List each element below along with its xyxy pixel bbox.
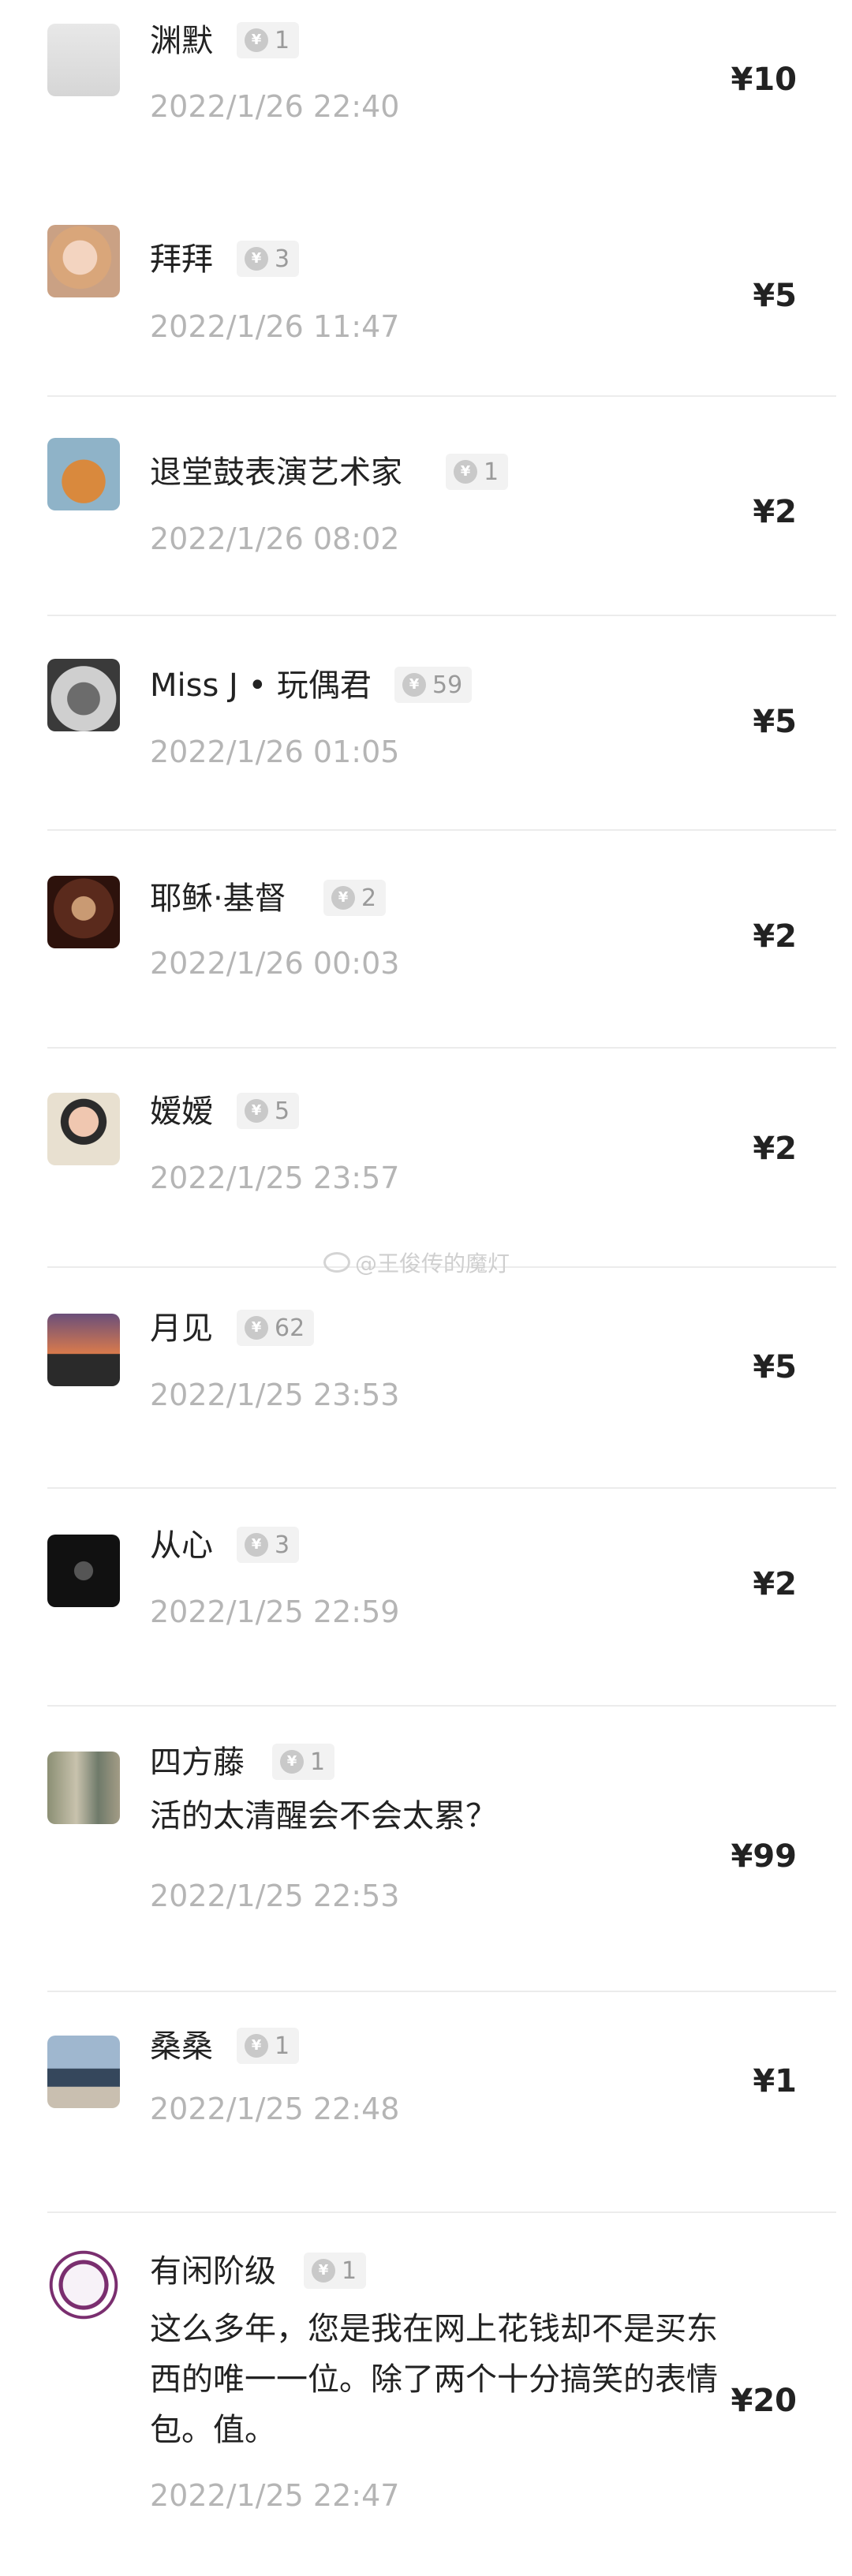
weibo-icon [323, 1252, 350, 1273]
donation-count-badge: ¥1 [446, 454, 509, 490]
donation-row: Miss J • 玩偶君 ¥59 2022/1/26 01:05 ¥5 [0, 616, 852, 831]
avatar-dark[interactable] [47, 1535, 120, 1607]
coin-icon: ¥ [280, 1750, 304, 1774]
donation-count-badge: ¥62 [237, 1310, 315, 1346]
donor-name[interactable]: 月见 [150, 1310, 213, 1348]
donation-count: 1 [342, 2256, 357, 2285]
donation-row: 拜拜 ¥3 2022/1/26 11:47 ¥5 [0, 197, 852, 397]
donation-count-badge: ¥2 [323, 880, 387, 916]
coin-icon: ¥ [402, 673, 426, 697]
donation-row: 退堂鼓表演艺术家 ¥1 2022/1/26 08:02 ¥2 [0, 397, 852, 616]
avatar-bottles[interactable] [47, 1752, 120, 1824]
watermark-text: @王俊传的魔灯 [355, 1251, 510, 1277]
avatar-sketch[interactable] [47, 24, 120, 96]
coin-icon: ¥ [245, 28, 268, 52]
coin-icon: ¥ [454, 460, 477, 484]
donation-amount: ¥2 [753, 918, 797, 955]
avatar-bw-photo[interactable] [47, 659, 120, 731]
donation-amount: ¥2 [753, 1131, 797, 1167]
donation-message: 活的太清醒会不会太累？ [150, 1798, 497, 1834]
watermark: @王俊传的魔灯 [323, 1247, 510, 1278]
coin-icon: ¥ [331, 886, 355, 910]
donation-row: 嫒嫒 ¥5 2022/1/25 23:57 ¥2 [0, 1049, 852, 1268]
donor-name[interactable]: 四方藤 [150, 1744, 245, 1782]
avatar-child[interactable] [47, 1093, 120, 1165]
donation-time: 2022/1/25 22:48 [150, 2092, 400, 2126]
donation-count: 59 [432, 671, 463, 699]
donation-count-badge: ¥3 [237, 241, 300, 277]
donation-time: 2022/1/25 22:53 [150, 1879, 400, 1913]
donor-name[interactable]: Miss J • 玩偶君 [150, 667, 372, 705]
donation-amount: ¥2 [753, 1566, 797, 1602]
donation-amount: ¥5 [753, 1349, 797, 1385]
donation-time: 2022/1/26 08:02 [150, 522, 400, 556]
avatar-sunset[interactable] [47, 1314, 120, 1386]
donor-name[interactable]: 退堂鼓表演艺术家 [150, 454, 402, 492]
donation-amount: ¥20 [731, 2383, 798, 2419]
donation-count-badge: ¥5 [237, 1093, 300, 1129]
coin-icon: ¥ [312, 2259, 335, 2283]
donation-amount: ¥5 [753, 278, 797, 314]
donation-message: 这么多年，您是我在网上花钱却不是买东西的唯一一位。除了两个十分搞笑的表情包。值。 [150, 2311, 718, 2448]
donor-name[interactable]: 有闲阶级 [150, 2253, 276, 2290]
donation-count-badge: ¥1 [237, 2028, 300, 2064]
donor-name[interactable]: 拜拜 [150, 241, 213, 279]
donation-count-badge: ¥59 [394, 667, 473, 703]
donation-count: 1 [310, 1748, 326, 1776]
coin-icon: ¥ [245, 1533, 268, 1557]
donation-count: 62 [275, 1314, 305, 1342]
donor-name[interactable]: 耶稣·基督 [150, 880, 286, 918]
donation-count: 1 [484, 458, 499, 486]
donation-count: 1 [275, 26, 290, 54]
donation-count-badge: ¥1 [272, 1744, 335, 1780]
donation-row: 桑桑 ¥1 2022/1/25 22:48 ¥1 [0, 1992, 852, 2213]
donation-time: 2022/1/26 22:40 [150, 89, 400, 124]
donation-time: 2022/1/25 23:53 [150, 1378, 400, 1412]
donation-amount: ¥2 [753, 494, 797, 530]
donation-row: 四方藤 ¥1 活的太清醒会不会太累？ 2022/1/25 22:53 ¥99 [0, 1707, 852, 1992]
coin-icon: ¥ [245, 1316, 268, 1340]
donation-row: 渊默 ¥1 2022/1/26 22:40 ¥10 [0, 0, 852, 197]
donation-amount: ¥1 [753, 2063, 797, 2099]
donation-time: 2022/1/26 11:47 [150, 309, 400, 344]
avatar-portrait[interactable] [47, 876, 120, 948]
avatar-cat[interactable] [47, 438, 120, 510]
donation-count: 2 [361, 884, 377, 912]
donation-count: 3 [275, 1531, 290, 1559]
donation-count: 1 [275, 2032, 290, 2060]
donation-time: 2022/1/25 22:59 [150, 1595, 400, 1629]
donation-row: 耶稣·基督 ¥2 2022/1/26 00:03 ¥2 [0, 831, 852, 1049]
donation-row: 从心 ¥3 2022/1/25 22:59 ¥2 [0, 1489, 852, 1707]
donor-name[interactable]: 嫒嫒 [150, 1093, 213, 1131]
donation-row: 有闲阶级 ¥1 这么多年，您是我在网上花钱却不是买东西的唯一一位。除了两个十分搞笑的… [0, 2213, 852, 2576]
donation-count-badge: ¥1 [237, 22, 300, 58]
coin-icon: ¥ [245, 1099, 268, 1123]
donor-name[interactable]: 从心 [150, 1527, 213, 1565]
donation-time: 2022/1/25 23:57 [150, 1161, 400, 1195]
donation-row: 月见 ¥62 2022/1/25 23:53 ¥5 [0, 1268, 852, 1489]
donation-count: 5 [275, 1097, 290, 1125]
donation-time: 2022/1/25 22:47 [150, 2478, 400, 2513]
donor-name[interactable]: 渊默 [150, 22, 213, 60]
donation-count-badge: ¥1 [304, 2253, 367, 2289]
coin-icon: ¥ [245, 2034, 268, 2058]
donor-name[interactable]: 桑桑 [150, 2028, 213, 2066]
avatar-girl[interactable] [47, 225, 120, 297]
donation-amount: ¥5 [753, 704, 797, 740]
coin-icon: ¥ [245, 247, 268, 271]
avatar-seal[interactable] [47, 2249, 120, 2321]
donation-count: 3 [275, 245, 290, 273]
avatar-beach[interactable] [47, 2036, 120, 2108]
donation-amount: ¥10 [731, 62, 798, 98]
donation-time: 2022/1/26 01:05 [150, 735, 400, 769]
donation-count-badge: ¥3 [237, 1527, 300, 1563]
donation-time: 2022/1/26 00:03 [150, 946, 400, 981]
donation-amount: ¥99 [731, 1838, 798, 1875]
